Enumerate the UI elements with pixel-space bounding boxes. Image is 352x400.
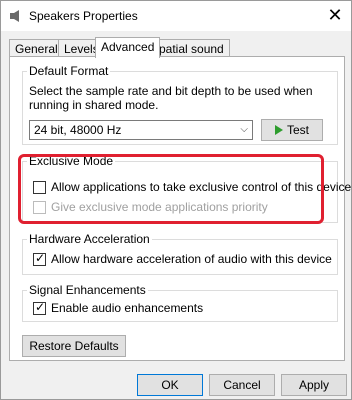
- window-title: Speakers Properties: [29, 9, 138, 23]
- hardware-acceleration-label: Hardware Acceleration: [27, 232, 152, 246]
- cancel-button[interactable]: Cancel: [209, 374, 275, 396]
- signal-enhancements-label: Signal Enhancements: [27, 283, 148, 297]
- default-format-group: Default Format Select the sample rate an…: [22, 64, 338, 145]
- checkmark-icon: ✓: [35, 251, 46, 265]
- tab-advanced[interactable]: Advanced: [95, 37, 161, 58]
- test-button[interactable]: Test: [261, 119, 323, 141]
- test-label: Test: [286, 123, 309, 137]
- allow-exclusive-control-label: Allow applications to take exclusive con…: [51, 180, 352, 194]
- exclusive-mode-label: Exclusive Mode: [27, 154, 116, 168]
- checkbox-box[interactable]: [33, 181, 46, 194]
- speaker-icon: [10, 10, 19, 22]
- restore-defaults-button[interactable]: Restore Defaults: [22, 335, 126, 357]
- hardware-acceleration-group: Hardware Acceleration ✓ Allow hardware a…: [22, 232, 338, 275]
- tab-strip: General Levels Advanced Spatial sound: [9, 37, 345, 58]
- advanced-tab-panel: Default Format Select the sample rate an…: [9, 56, 351, 361]
- title-bar: Speakers Properties ✕: [1, 1, 351, 31]
- chevron-down-icon: ⌵: [240, 124, 248, 135]
- signal-enhancements-group: Signal Enhancements ✓ Enable audio enhan…: [22, 283, 338, 322]
- checkbox-box[interactable]: ✓: [33, 300, 46, 315]
- sample-rate-value: 24 bit, 48000 Hz: [34, 123, 122, 137]
- play-icon: [274, 125, 283, 135]
- tab-general[interactable]: General: [9, 39, 64, 57]
- default-format-label: Default Format: [27, 64, 111, 78]
- checkbox-box: [33, 201, 46, 214]
- checkbox-box[interactable]: ✓: [33, 251, 46, 266]
- exclusive-priority-label: Give exclusive mode applications priorit…: [51, 200, 268, 214]
- checkmark-icon: ✓: [35, 300, 46, 314]
- exclusive-mode-group: Exclusive Mode Allow applications to tak…: [22, 154, 351, 223]
- default-format-description: Select the sample rate and bit depth to …: [29, 84, 313, 112]
- sample-rate-dropdown[interactable]: 24 bit, 48000 Hz ⌵: [29, 120, 253, 140]
- apply-button[interactable]: Apply: [281, 374, 347, 396]
- allow-hardware-acceleration-label: Allow hardware acceleration of audio wit…: [51, 252, 332, 266]
- close-button[interactable]: ✕: [323, 3, 347, 27]
- enable-audio-enhancements-label: Enable audio enhancements: [51, 301, 204, 315]
- speakers-properties-window: Speakers Properties ✕ General Levels Adv…: [0, 0, 352, 400]
- ok-button[interactable]: OK: [137, 374, 203, 396]
